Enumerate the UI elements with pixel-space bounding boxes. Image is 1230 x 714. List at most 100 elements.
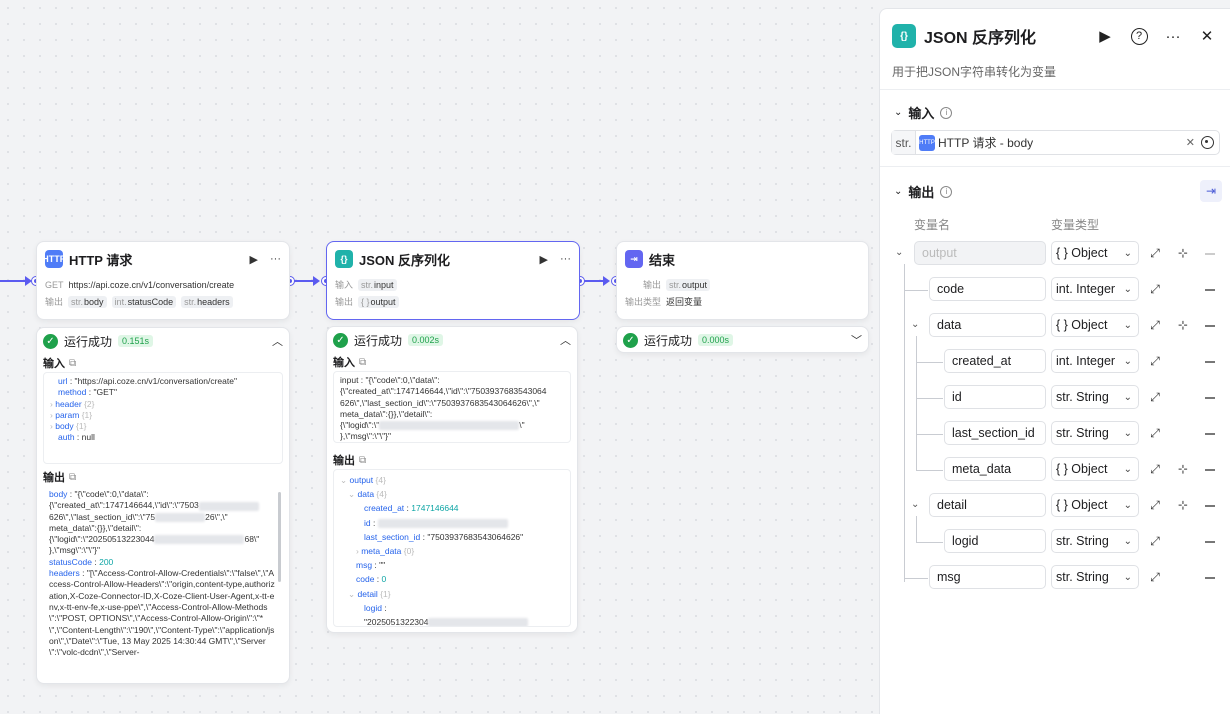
input-tag: str.input	[358, 278, 397, 291]
end-node[interactable]: ⇥ 结束 输出 str.output 输出类型 返回变量	[616, 241, 869, 320]
success-check-icon: ✓	[333, 332, 348, 348]
info-icon[interactable]: i	[940, 106, 953, 119]
variable-name-input[interactable]: msg	[929, 565, 1046, 589]
output-section-title: 输出	[908, 185, 935, 200]
output-label: 输出	[335, 297, 354, 307]
expand-icon[interactable]: ⤢	[1148, 318, 1162, 332]
edge-json-end	[584, 276, 610, 286]
panel-description: 用于把JSON字符串转化为变量	[892, 65, 1057, 79]
info-icon[interactable]: i	[940, 185, 953, 198]
expand-icon[interactable]: ⤢	[1148, 426, 1162, 440]
variable-name-input[interactable]: meta_data	[944, 457, 1046, 481]
copy-icon[interactable]: ⧉	[359, 455, 366, 466]
remove-icon[interactable]	[1205, 433, 1215, 435]
variable-type-select[interactable]: str. String ⌄	[1051, 385, 1139, 409]
remove-icon[interactable]	[1205, 325, 1215, 327]
collapse-icon[interactable]: ⌄	[895, 247, 903, 258]
output-label: 输出	[643, 280, 662, 290]
output-type-value: 返回变量	[666, 297, 703, 307]
remove-icon[interactable]	[1205, 397, 1215, 399]
input-section-label: 输入	[43, 358, 65, 370]
input-section-label: 输入	[333, 357, 355, 369]
end-icon: ⇥	[625, 250, 643, 268]
variable-picker-icon[interactable]	[1201, 136, 1214, 149]
help-icon[interactable]: ?	[1126, 23, 1152, 49]
more-icon[interactable]: ···	[1160, 23, 1186, 49]
node-title: HTTP 请求	[69, 252, 133, 268]
expand-icon[interactable]: ⤢	[1148, 354, 1162, 368]
chevron-down-icon[interactable]: ⌄	[894, 107, 902, 118]
variable-type-select[interactable]: str. String ⌄	[1051, 565, 1139, 589]
remove-icon[interactable]	[1205, 577, 1215, 579]
json-icon: {}	[335, 250, 353, 268]
expand-icon[interactable]: ⤢	[1148, 498, 1162, 512]
input-reference-field[interactable]: str. HTTP HTTP 请求 - body ✕	[891, 130, 1220, 155]
variable-name-input[interactable]: data	[929, 313, 1046, 337]
more-icon[interactable]: ···	[560, 253, 571, 265]
variable-name-input[interactable]: detail	[929, 493, 1046, 517]
json-result-panel: ✓ 运行成功 0.002s ︿ 输入 ⧉ input : "{\"code\":0…	[326, 326, 578, 633]
json-node[interactable]: {} JSON 反序列化 ▶ ··· 输入 str.input 输出 { }ou…	[326, 241, 580, 320]
scrollbar[interactable]	[278, 492, 281, 582]
output-tree: ⌄ output {4} ⌄ data {4} created_at : 174…	[333, 469, 571, 627]
column-header-type: 变量类型	[1051, 218, 1100, 232]
output-tag: str.body	[68, 295, 107, 308]
run-icon[interactable]: ▶	[540, 253, 548, 266]
run-icon[interactable]: ▶	[250, 253, 258, 266]
remove-icon[interactable]	[1205, 469, 1215, 471]
chevron-down-icon[interactable]: ⌄	[894, 186, 902, 197]
variable-name-input[interactable]: created_at	[944, 349, 1046, 373]
variable-type-select[interactable]: { } Object ⌄	[1051, 493, 1139, 517]
variable-type-select[interactable]: { } Object ⌄	[1051, 313, 1139, 337]
chevron-up-icon[interactable]: ︿	[560, 332, 571, 348]
http-node[interactable]: HTTP HTTP 请求 ▶ ··· GET https://api.coze.…	[36, 241, 290, 320]
add-child-icon[interactable]: ⊹	[1176, 246, 1190, 260]
duration-badge: 0.002s	[408, 334, 444, 346]
remove-icon[interactable]	[1205, 541, 1215, 543]
import-icon[interactable]: ⇥	[1200, 180, 1222, 202]
remove-icon[interactable]	[1205, 361, 1215, 363]
expand-icon[interactable]: ⤢	[1148, 570, 1162, 584]
copy-icon[interactable]: ⧉	[359, 357, 366, 368]
variable-name-input[interactable]: code	[929, 277, 1046, 301]
output-label: 输出	[45, 297, 64, 307]
clear-icon[interactable]: ✕	[1186, 136, 1195, 149]
expand-icon[interactable]: ⤢	[1148, 534, 1162, 548]
variable-type-select[interactable]: int. Integer ⌄	[1051, 349, 1139, 373]
remove-icon[interactable]	[1205, 289, 1215, 291]
remove-icon[interactable]	[1205, 505, 1215, 507]
expand-icon[interactable]: ⤢	[1148, 390, 1162, 404]
http-result-panel: ✓ 运行成功 0.151s ︿ 输入 ⧉ url : "https://api.c…	[36, 327, 290, 684]
add-child-icon[interactable]: ⊹	[1176, 318, 1190, 332]
workflow-canvas[interactable]: HTTP HTTP 请求 ▶ ··· GET https://api.coze.…	[0, 0, 880, 714]
variable-name-input[interactable]: last_section_id	[944, 421, 1046, 445]
collapse-icon[interactable]: ⌄	[911, 499, 919, 510]
edge-http-json	[294, 276, 320, 286]
variable-name-input[interactable]: id	[944, 385, 1046, 409]
add-child-icon[interactable]: ⊹	[1176, 462, 1190, 476]
variable-type-select[interactable]: str. String ⌄	[1051, 421, 1139, 445]
expand-icon[interactable]: ⤢	[1148, 282, 1162, 296]
variable-type-select[interactable]: int. Integer ⌄	[1051, 277, 1139, 301]
variable-type-select[interactable]: { } Object ⌄	[1051, 457, 1139, 481]
variable-type-select[interactable]: { } Object ⌄	[1051, 241, 1139, 265]
more-icon[interactable]: ···	[270, 253, 281, 265]
status-text: 运行成功	[354, 333, 403, 348]
variable-name-input[interactable]: logid	[944, 529, 1046, 553]
run-icon[interactable]: ▶	[1092, 23, 1118, 49]
collapse-icon[interactable]: ⌄	[911, 319, 919, 330]
output-type-label: 输出类型	[625, 297, 662, 307]
variable-type-select[interactable]: str. String ⌄	[1051, 529, 1139, 553]
expand-icon[interactable]: ⤢	[1148, 462, 1162, 476]
close-icon[interactable]: ✕	[1194, 23, 1220, 49]
end-result-panel[interactable]: ✓ 运行成功 0.000s ﹀	[616, 326, 869, 353]
chevron-down-icon[interactable]: ﹀	[851, 332, 862, 348]
http-icon: HTTP	[919, 134, 935, 151]
chevron-up-icon[interactable]: ︿	[272, 333, 283, 349]
expand-icon[interactable]: ⤢	[1148, 246, 1162, 260]
copy-icon[interactable]: ⧉	[69, 358, 76, 369]
copy-icon[interactable]: ⧉	[69, 472, 76, 483]
add-child-icon[interactable]: ⊹	[1176, 498, 1190, 512]
json-icon: {}	[892, 24, 916, 48]
input-code-block: url : "https://api.coze.cn/v1/conversati…	[43, 372, 283, 464]
